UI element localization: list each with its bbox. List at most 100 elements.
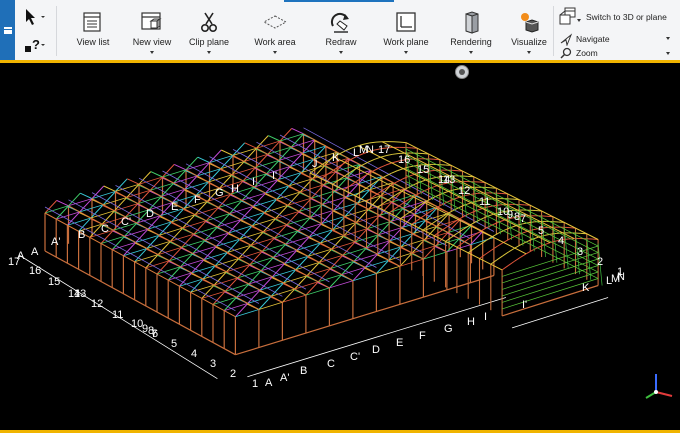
wall-girt[interactable]: [501, 245, 599, 277]
select-tool-button[interactable]: [22, 6, 52, 28]
grid-label: G: [444, 323, 453, 335]
frame-member[interactable]: [362, 161, 369, 166]
frame-member[interactable]: [391, 160, 399, 164]
frame-member[interactable]: [91, 198, 283, 303]
frame-member[interactable]: [497, 241, 504, 247]
frame-member[interactable]: [480, 227, 488, 232]
switch-3d-plane-button[interactable]: Switch to 3D or plane: [558, 6, 667, 28]
view-list-button[interactable]: View list: [70, 6, 116, 56]
frame-member[interactable]: [44, 212, 236, 318]
model-viewport[interactable]: A A' B C C' D E F G H I I' 17 A 16 15 14…: [0, 63, 680, 430]
navigate-button[interactable]: Navigate: [558, 32, 610, 46]
grid-label: 5: [171, 338, 178, 350]
frame-member[interactable]: [469, 221, 476, 226]
work-plane-button[interactable]: Work plane: [380, 6, 432, 56]
rendering-icon: [465, 11, 479, 34]
rendering-button[interactable]: Rendering: [446, 6, 496, 56]
frame-member[interactable]: [514, 244, 522, 249]
grid-label: 11: [479, 196, 491, 208]
frame-member[interactable]: [385, 162, 393, 166]
frame-member[interactable]: [197, 156, 210, 164]
zoom-button[interactable]: Zoom: [558, 46, 598, 60]
frame-member[interactable]: [458, 215, 465, 221]
frame-member[interactable]: [115, 190, 307, 296]
grid-label: E: [396, 337, 404, 349]
frame-member[interactable]: [339, 162, 346, 167]
grid-label: F: [419, 330, 426, 342]
frame-member[interactable]: [68, 205, 260, 310]
frame-member[interactable]: [268, 135, 281, 142]
frame-member[interactable]: [244, 142, 257, 149]
frame-member[interactable]: [507, 261, 515, 267]
work-area-button[interactable]: Work area: [250, 6, 300, 56]
frame-member[interactable]: [473, 243, 481, 249]
navigate-label: Navigate: [576, 34, 610, 44]
wall-girt[interactable]: [501, 252, 599, 284]
frame-member[interactable]: [379, 164, 387, 169]
frame-member[interactable]: [339, 150, 347, 154]
frame-member[interactable]: [397, 168, 404, 172]
frame-member[interactable]: [508, 247, 516, 253]
redraw-icon: [330, 12, 349, 33]
frame-member[interactable]: [232, 154, 424, 260]
frame-member[interactable]: [138, 183, 330, 289]
frame-member[interactable]: [519, 253, 527, 258]
frame-member[interactable]: [369, 141, 377, 144]
grid-label: 13: [443, 174, 456, 186]
frame-member[interactable]: [366, 196, 373, 202]
frame-member[interactable]: [521, 230, 528, 234]
navigate-chevron-down-icon[interactable]: [666, 37, 670, 40]
frame-member[interactable]: [464, 202, 472, 206]
frame-member[interactable]: [485, 249, 492, 255]
frame-member[interactable]: [496, 255, 504, 261]
frame-member[interactable]: [502, 251, 510, 257]
frame-member[interactable]: [56, 199, 69, 207]
frame-member[interactable]: [510, 225, 517, 229]
frame-member[interactable]: [543, 242, 551, 246]
view-rotation-center-icon[interactable]: [455, 65, 469, 79]
frame-member[interactable]: [162, 176, 354, 282]
grid-label: J: [312, 158, 318, 170]
help-pointer-button[interactable]: ?: [22, 34, 52, 56]
frame-member[interactable]: [476, 208, 483, 212]
ribbon-separator: [553, 6, 554, 56]
frame-member[interactable]: [453, 196, 460, 200]
frame-member[interactable]: [442, 190, 449, 195]
frame-member[interactable]: [44, 250, 236, 356]
visualize-button[interactable]: Visualize: [508, 6, 550, 56]
frame-member[interactable]: [419, 179, 426, 183]
frame-member[interactable]: [368, 158, 375, 163]
redraw-button[interactable]: Redraw: [318, 6, 364, 56]
frame-member[interactable]: [408, 173, 415, 177]
frame-member[interactable]: [174, 163, 187, 171]
frame-member[interactable]: [391, 170, 398, 174]
new-view-button[interactable]: New view: [128, 6, 176, 56]
frame-member[interactable]: [430, 185, 438, 189]
frame-member[interactable]: [291, 127, 304, 135]
frame-member[interactable]: [374, 156, 381, 160]
zoom-label: Zoom: [576, 48, 598, 58]
zoom-chevron-down-icon[interactable]: [666, 52, 670, 55]
application-menu-button[interactable]: [0, 0, 15, 60]
frame-member[interactable]: [127, 178, 140, 185]
frame-member[interactable]: [150, 171, 163, 178]
frame-member[interactable]: [80, 192, 93, 200]
frame-member[interactable]: [235, 274, 495, 356]
clip-plane-button[interactable]: Clip plane: [186, 6, 232, 56]
grid-label: 3: [577, 246, 584, 258]
frame-member[interactable]: [498, 219, 506, 223]
grid-label: 7: [520, 213, 527, 225]
frame-member[interactable]: [491, 232, 499, 238]
frame-member[interactable]: [501, 265, 509, 271]
frame-member[interactable]: [503, 238, 510, 243]
frame-member[interactable]: [513, 257, 521, 262]
frame-member[interactable]: [221, 149, 234, 156]
frame-member[interactable]: [103, 185, 116, 192]
frame-member[interactable]: [532, 236, 539, 240]
frame-member[interactable]: [345, 147, 353, 151]
grid-label: I: [252, 176, 256, 188]
frame-member[interactable]: [487, 213, 494, 217]
frame-member[interactable]: [525, 249, 533, 255]
frame-member[interactable]: [350, 167, 357, 173]
frame-member[interactable]: [209, 162, 401, 267]
